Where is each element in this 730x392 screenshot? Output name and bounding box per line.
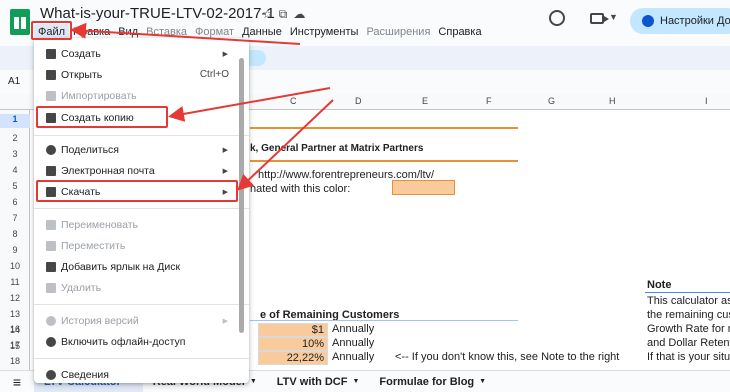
arrow-to-download: [237, 99, 334, 191]
arrow-to-make-copy: [168, 87, 331, 122]
annotation-arrows: [70, 22, 334, 191]
arrow-to-file-menu: [70, 22, 301, 45]
